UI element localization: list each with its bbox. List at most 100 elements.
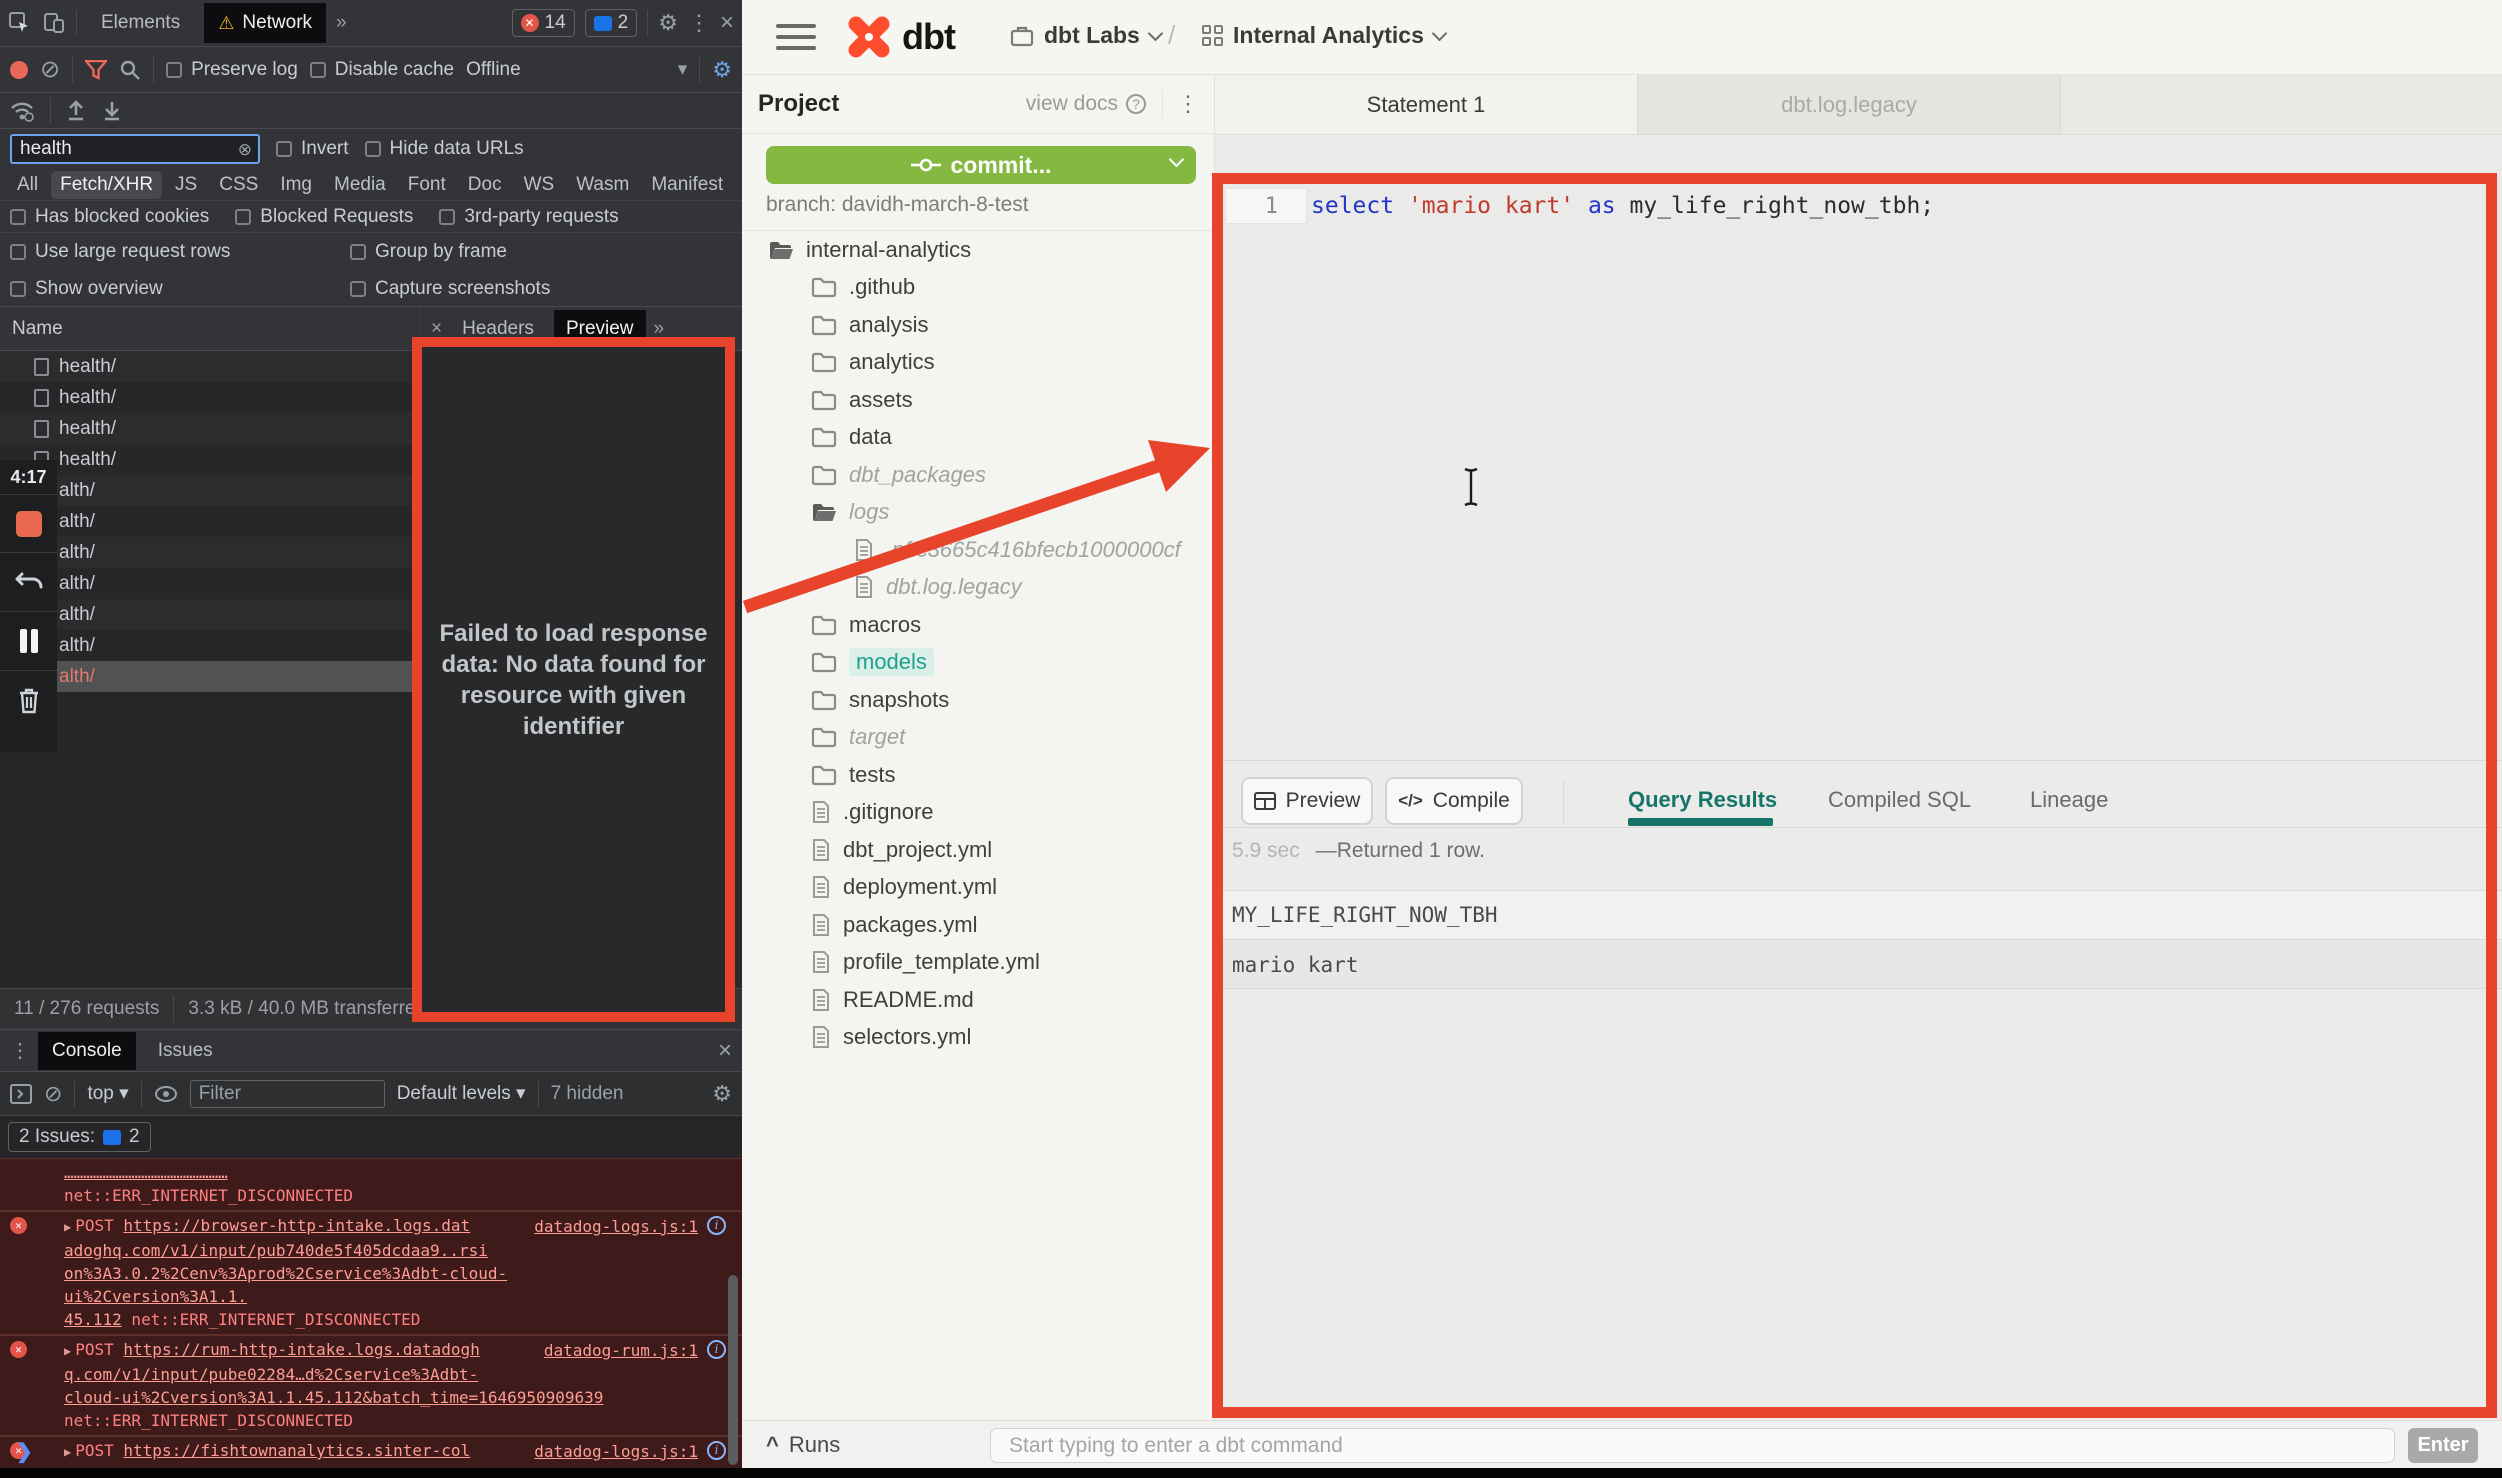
console-error-row[interactable]: ……………………………………………net::ERR_INTERNET_DISCO… (0, 1158, 742, 1211)
request-row[interactable]: alth/ (0, 537, 420, 568)
checkbox-capture-screenshots[interactable]: Capture screenshots (350, 278, 690, 300)
trash-icon[interactable] (0, 671, 57, 729)
request-row[interactable]: alth/ (0, 661, 420, 692)
tab-compiled-sql[interactable]: Compiled SQL (1828, 787, 1971, 813)
record-icon[interactable] (10, 61, 28, 79)
info-icon[interactable]: i (707, 1216, 726, 1235)
filter-chip-css[interactable]: CSS (210, 171, 267, 199)
tree-item-analytics[interactable]: analytics (742, 344, 1215, 382)
filter-chip-manifest[interactable]: Manifest (642, 171, 732, 199)
filter-chip-doc[interactable]: Doc (459, 171, 511, 199)
request-row[interactable]: health/ (0, 444, 420, 475)
console-link[interactable]: 45.112 (64, 1310, 122, 1329)
undo-icon[interactable] (0, 553, 57, 611)
tree-item-readme-md[interactable]: README.md (742, 981, 1215, 1019)
context-select[interactable]: top ▾ (87, 1082, 128, 1105)
network-settings-gear-icon[interactable]: ⚙ (712, 57, 732, 83)
sql-editor[interactable]: 1 select 'mario kart' as my_life_right_n… (1215, 135, 2502, 760)
request-row[interactable]: alth/ (0, 599, 420, 630)
tree-item-dbt-log-legacy[interactable]: dbt.log.legacy (742, 569, 1215, 607)
request-row[interactable]: alth/ (0, 475, 420, 506)
tree-item--pf-c3665c416bfecb1000000cf[interactable]: .pf.c3665c416bfecb1000000cf (742, 531, 1215, 569)
error-count-badge[interactable]: ✕ 14 (512, 9, 575, 37)
search-icon[interactable] (119, 59, 141, 81)
console-prompt[interactable]: ❯ (16, 1439, 33, 1464)
console-kebab-icon[interactable]: ⋮ (10, 1038, 30, 1063)
console-link[interactable]: https://rum-http-intake.logs.datadogh (123, 1340, 479, 1359)
tab-statement-1[interactable]: Statement 1 (1215, 75, 1638, 134)
tree-item-internal-analytics[interactable]: internal-analytics (742, 231, 1215, 269)
checkbox-has-blocked-cookies[interactable]: Has blocked cookies (10, 206, 209, 228)
request-table-header[interactable]: Name (0, 307, 420, 351)
filter-chip-ws[interactable]: WS (515, 171, 564, 199)
info-icon[interactable]: i (707, 1441, 726, 1460)
filter-chip-js[interactable]: JS (166, 171, 206, 199)
disable-cache-checkbox[interactable]: Disable cache (310, 59, 454, 81)
console-link[interactable]: q.com/v1/input/pube02284…d%2Cservice%3Ad… (64, 1365, 478, 1384)
tree-item-logs[interactable]: logs (742, 494, 1215, 532)
filter-chip-img[interactable]: Img (271, 171, 321, 199)
dbt-command-input[interactable]: Start typing to enter a dbt command (990, 1428, 2395, 1463)
console-link[interactable]: https://browser-http-intake.logs.dat (123, 1216, 470, 1235)
hide-data-urls-checkbox[interactable]: Hide data URLs (365, 138, 524, 160)
throttling-caret-icon[interactable]: ▾ (678, 58, 688, 81)
inspect-icon[interactable] (8, 11, 32, 35)
info-icon[interactable]: i (707, 1340, 726, 1359)
project-switcher[interactable]: Internal Analytics (1202, 22, 1445, 49)
console-link[interactable]: adoghq.com/v1/input/pub740de5f405dcdaa9.… (64, 1241, 488, 1260)
console-error-row[interactable]: ✕▶POST https://browser-http-intake.logs.… (0, 1211, 742, 1335)
console-settings-gear-icon[interactable]: ⚙ (712, 1081, 732, 1107)
checkbox-show-overview[interactable]: Show overview (10, 278, 350, 300)
tab-issues[interactable]: Issues (144, 1032, 227, 1070)
tree-item-data[interactable]: data (742, 419, 1215, 457)
compile-button[interactable]: </> Compile (1385, 777, 1523, 825)
request-row[interactable]: health/ (0, 413, 420, 444)
tree-item--gitignore[interactable]: .gitignore (742, 794, 1215, 832)
network-filter-input[interactable]: health ⊗ (10, 134, 260, 164)
tree-item-selectors-yml[interactable]: selectors.yml (742, 1019, 1215, 1057)
console-link[interactable]: on%3A3.0.2%2Cenv%3Aprod%2Cservice%3Adbt-… (64, 1264, 507, 1306)
source-link[interactable]: datadog-logs.js:1 (534, 1215, 698, 1238)
tree-item-dbt-project-yml[interactable]: dbt_project.yml (742, 831, 1215, 869)
console-filter-input[interactable]: Filter (190, 1080, 385, 1108)
export-har-icon[interactable] (101, 99, 123, 123)
commit-button[interactable]: commit... (766, 146, 1196, 184)
issue-count-badge[interactable]: 2 (585, 9, 638, 37)
tab-network[interactable]: ⚠ Network (204, 3, 326, 43)
tab-lineage[interactable]: Lineage (2030, 787, 2108, 813)
kebab-menu-icon[interactable]: ⋮ (688, 10, 710, 36)
tab-console[interactable]: Console (38, 1032, 136, 1070)
preserve-log-checkbox[interactable]: Preserve log (166, 59, 298, 81)
checkbox-group-by-frame[interactable]: Group by frame (350, 241, 690, 263)
tab-dbt-log-legacy[interactable]: dbt.log.legacy (1638, 75, 2061, 134)
enter-button[interactable]: Enter (2408, 1428, 2478, 1463)
tree-item-snapshots[interactable]: snapshots (742, 681, 1215, 719)
console-link[interactable]: https://fishtownanalytics.sinter-col (123, 1441, 470, 1460)
console-scrollbar[interactable] (728, 1275, 738, 1465)
tree-item-tests[interactable]: tests (742, 756, 1215, 794)
commit-options-chevron-icon[interactable] (1169, 152, 1185, 168)
tree-item-assets[interactable]: assets (742, 381, 1215, 419)
checkbox--rd-party-requests[interactable]: 3rd-party requests (439, 206, 618, 228)
tree-item-packages-yml[interactable]: packages.yml (742, 906, 1215, 944)
filter-chip-wasm[interactable]: Wasm (567, 171, 638, 199)
checkbox-use-large-request-rows[interactable]: Use large request rows (10, 241, 350, 263)
filter-chip-fetchxhr[interactable]: Fetch/XHR (51, 171, 162, 199)
clear-console-icon[interactable]: ⊘ (44, 1081, 62, 1107)
filter-chip-all[interactable]: All (8, 171, 47, 199)
tree-item-macros[interactable]: macros (742, 606, 1215, 644)
close-console-icon[interactable]: × (718, 1037, 732, 1065)
settings-gear-icon[interactable]: ⚙ (658, 10, 678, 36)
hamburger-menu-icon[interactable] (776, 24, 816, 57)
request-row[interactable]: alth/ (0, 506, 420, 537)
tree-item-models[interactable]: models (742, 644, 1215, 682)
source-link[interactable]: datadog-logs.js:1 (534, 1440, 698, 1463)
filter-funnel-icon[interactable] (85, 60, 107, 80)
tree-item-dbt-packages[interactable]: dbt_packages (742, 456, 1215, 494)
tree-item--github[interactable]: .github (742, 269, 1215, 307)
request-row[interactable]: health/ (0, 382, 420, 413)
issues-counter[interactable]: 2 Issues: 2 (8, 1122, 151, 1152)
request-row[interactable]: alth/ (0, 630, 420, 661)
view-docs-link[interactable]: view docs ? (1026, 92, 1146, 116)
console-link[interactable]: cloud-ui%2Cversion%3A1.1.45.112&batch_ti… (64, 1388, 603, 1407)
